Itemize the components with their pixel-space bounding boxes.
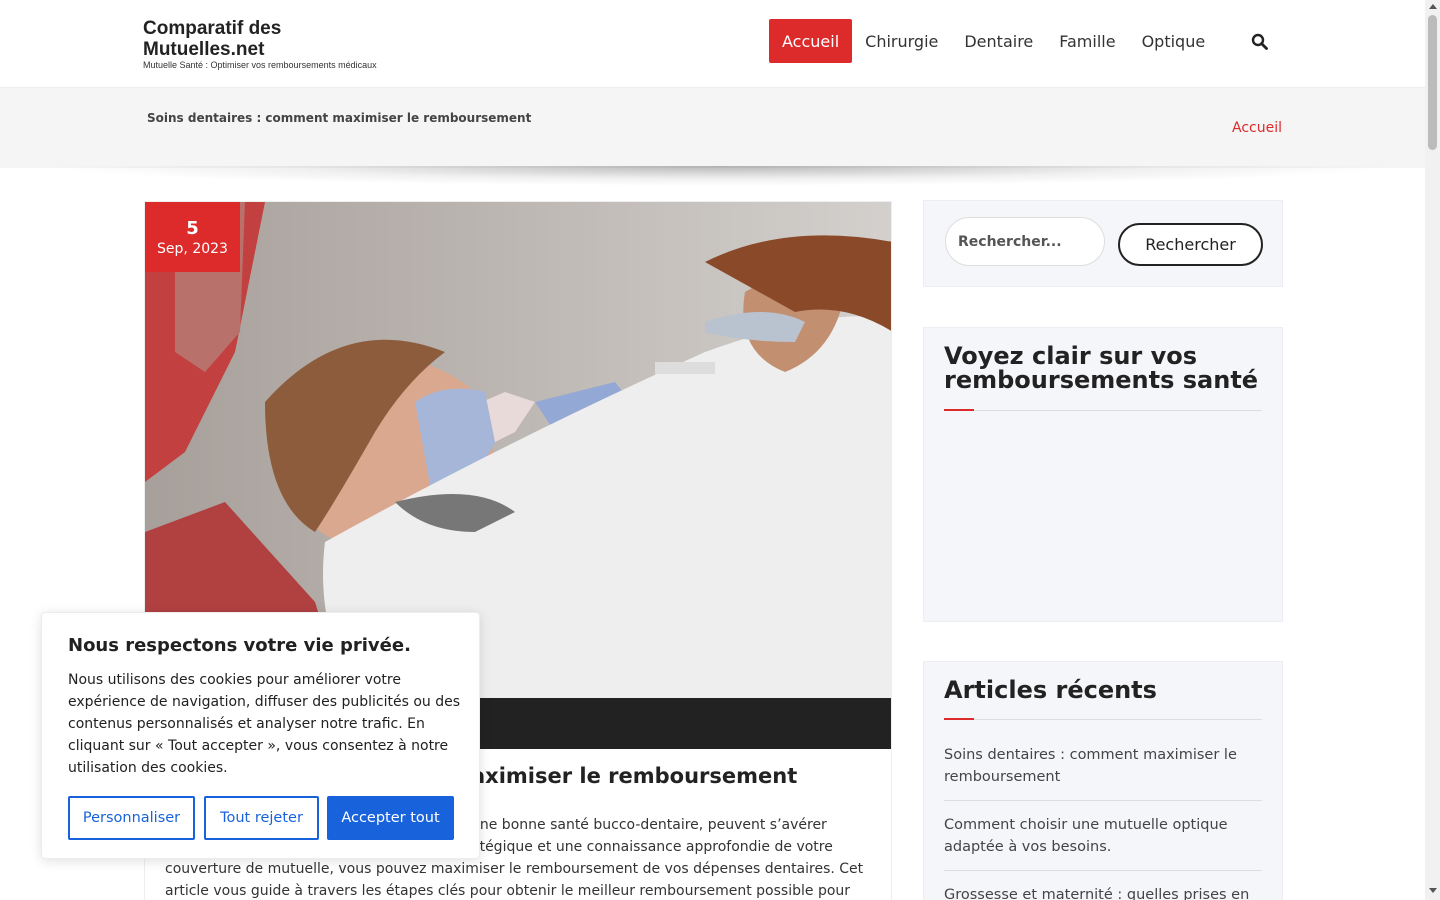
widget-divider (944, 409, 1262, 411)
promo-title: Voyez clair sur vos remboursements santé (944, 342, 1259, 394)
sidebar-search-button[interactable]: Rechercher (1118, 223, 1263, 266)
nav-item-dentaire[interactable]: Dentaire (951, 19, 1046, 63)
nav-item-accueil[interactable]: Accueil (769, 19, 853, 63)
recent-article-link[interactable]: Grossesse et maternité : quelles prises … (944, 884, 1262, 900)
date-month-year: Sep, 2023 (157, 241, 228, 257)
recent-article-link[interactable]: Comment choisir une mutuelle optique ada… (944, 814, 1262, 871)
breadcrumb-home[interactable]: Accueil (1232, 120, 1282, 136)
recent-articles-title: Articles récents (944, 676, 1157, 704)
cookie-reject-button[interactable]: Tout rejeter (204, 796, 319, 840)
widget-divider (944, 718, 1262, 720)
sidebar-recent-widget: Articles récents Soins dentaires : comme… (923, 661, 1283, 900)
banner-shadow (40, 166, 1400, 186)
cookie-accept-button[interactable]: Accepter tout (327, 796, 454, 840)
site-tagline: Mutuelle Santé : Optimiser vos rembourse… (143, 60, 377, 70)
nav-item-famille[interactable]: Famille (1046, 19, 1128, 63)
page-title: Soins dentaires : comment maximiser le r… (147, 111, 532, 125)
date-day: 5 (186, 218, 199, 239)
site-header: Comparatif des Mutuelles.net Mutuelle Sa… (0, 0, 1425, 88)
sidebar-promo-widget: Voyez clair sur vos remboursements santé (923, 327, 1283, 622)
site-title[interactable]: Comparatif des Mutuelles.net (143, 18, 363, 60)
recent-articles-list: Soins dentaires : comment maximiser le r… (944, 744, 1262, 900)
sidebar-search-widget: Rechercher (923, 200, 1283, 287)
scroll-up-arrow-icon[interactable] (1429, 4, 1437, 9)
main-nav: Accueil Chirurgie Dentaire Famille Optiq… (769, 19, 1218, 63)
date-badge: 5 Sep, 2023 (145, 202, 240, 272)
cookie-title: Nous respectons votre vie privée. (68, 635, 411, 656)
nav-item-optique[interactable]: Optique (1129, 19, 1219, 63)
sidebar-search-input[interactable] (945, 217, 1105, 266)
page-banner: Soins dentaires : comment maximiser le r… (0, 88, 1425, 168)
nav-item-chirurgie[interactable]: Chirurgie (852, 19, 951, 63)
scroll-down-arrow-icon[interactable] (1429, 888, 1437, 893)
cookie-consent-banner: Nous respectons votre vie privée. Nous u… (41, 612, 480, 859)
cookie-text: Nous utilisons des cookies pour améliore… (68, 672, 460, 776)
excerpt-line: article vous guide à travers les étapes … (165, 883, 851, 899)
excerpt-line: couverture de mutuelle, vous pouvez maxi… (165, 861, 864, 877)
recent-article-link[interactable]: Soins dentaires : comment maximiser le r… (944, 744, 1262, 801)
search-icon[interactable] (1251, 33, 1268, 50)
scrollbar-thumb[interactable] (1428, 15, 1437, 150)
cookie-customize-button[interactable]: Personnaliser (68, 796, 195, 840)
